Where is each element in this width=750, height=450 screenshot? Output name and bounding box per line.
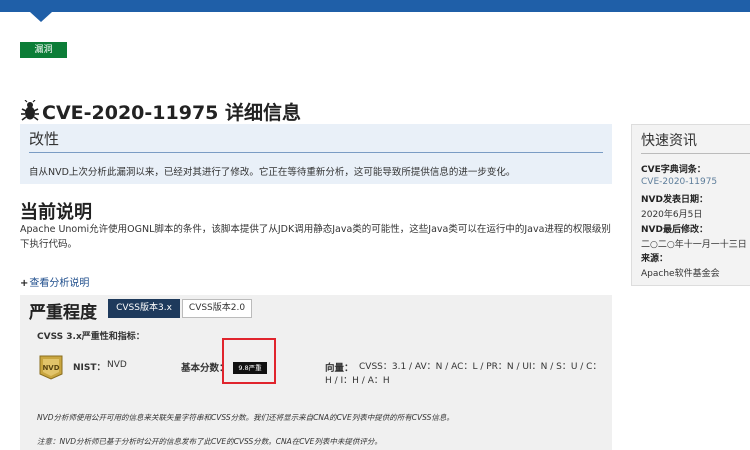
tab-cvss-v3[interactable]: CVSS版本3.x — [108, 299, 180, 318]
last-modified-label: NVD最后修改： — [641, 225, 708, 235]
nist-value: NVD — [107, 360, 127, 370]
vector-string: CVSS：3.1 / AV：N / AC：L / PR：N / UI：N / S… — [325, 362, 602, 386]
severity-heading: 严重程度 — [29, 303, 97, 323]
page-title-text: CVE-2020-11975 详细信息 — [42, 101, 301, 124]
last-modified-value: 二○二○年十一月一十三日 — [641, 240, 747, 250]
analysis-link-label: 查看分析说明 — [29, 278, 90, 289]
modification-title: 改性 — [29, 130, 60, 148]
published-date-value: 2020年6月5日 — [641, 210, 703, 220]
view-analysis-description-link[interactable]: +查看分析说明 — [20, 274, 89, 289]
modification-text: 自从NVD上次分析此漏洞以来，已经对其进行了修改。它正在等待重新分析，这可能导致… — [29, 167, 516, 178]
published-date-label: NVD发表日期： — [641, 195, 708, 205]
page-title: CVE-2020-11975 详细信息 — [20, 98, 301, 124]
vulnerability-tag[interactable]: 漏洞 — [20, 42, 67, 58]
vector-label: 向量： — [325, 363, 354, 374]
nav-menu-toggle[interactable] — [30, 12, 52, 22]
cvss-metrics-label: CVSS 3.x严重性和指标： — [37, 332, 145, 342]
severity-panel: 严重程度 CVSS版本3.x CVSS版本2.0 CVSS 3.x严重性和指标：… — [20, 295, 612, 450]
source-value: Apache软件基金会 — [641, 269, 720, 279]
score-highlight-box — [222, 338, 276, 384]
divider — [641, 153, 750, 154]
description-heading: 当前说明 — [20, 202, 92, 223]
description-text: Apache Unomi允许使用OGNL脚本的条件，该脚本提供了从JDK调用静态… — [20, 224, 611, 250]
source-label: 来源： — [641, 254, 669, 264]
bug-icon — [21, 100, 39, 121]
modification-notice: 改性 自从NVD上次分析此漏洞以来，已经对其进行了修改。它正在等待重新分析，这可… — [20, 124, 612, 184]
nvd-analyst-note: NVD分析师使用公开可用的信息来关联矢量字符串和CVSS分数。我们还将显示来自C… — [37, 413, 454, 422]
cve-dictionary-link[interactable]: CVE-2020-11975 — [641, 177, 717, 187]
top-navigation-bar — [0, 0, 750, 12]
svg-text:NVD: NVD — [42, 364, 59, 372]
nist-label: NIST： — [73, 363, 106, 373]
cna-score-note: 注意：NVD分析师已基于分析时公开的信息发布了此CVE的CVSS分数。CNA在C… — [37, 437, 382, 446]
plus-icon: + — [20, 278, 29, 289]
base-score-badge[interactable]: 9.8严重 — [233, 362, 267, 374]
nvd-logo-icon: NVD — [39, 355, 63, 380]
cve-dictionary-label: CVE字典词条： — [641, 165, 706, 175]
quick-info-title: 快速资讯 — [641, 133, 697, 149]
tab-cvss-v2[interactable]: CVSS版本2.0 — [182, 299, 252, 318]
divider — [29, 152, 603, 153]
quick-info-panel: 快速资讯 CVE字典词条： CVE-2020-11975 NVD发表日期： 20… — [631, 124, 750, 286]
